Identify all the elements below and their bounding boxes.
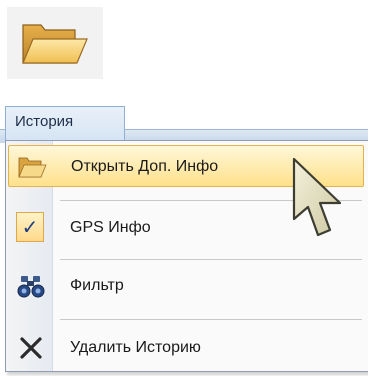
menu-separator [60,319,362,320]
menu-item-label: Фильтр [70,277,124,294]
folder-tile [7,7,103,79]
menu-item-label: Открыть Доп. Инфо [71,158,219,175]
menu-item-filter[interactable]: Фильтр [8,265,364,307]
folder-open-icon [22,24,88,64]
menu-item-label: Удалить Историю [70,339,201,356]
menu-item-delete-history[interactable]: Удалить Историю [8,327,364,369]
screen: История Открыть Доп. Инфо ✓ GPS Инфо Фил… [0,0,368,376]
delete-x-icon [20,337,42,359]
binoculars-icon [17,276,45,298]
menu-tab-history[interactable]: История [5,106,125,140]
mouse-cursor-icon [292,157,342,237]
folder-open-icon [18,157,47,178]
menu-separator [60,259,362,260]
menu-item-label: GPS Инфо [70,219,151,236]
checkmark-icon: ✓ [16,212,44,242]
